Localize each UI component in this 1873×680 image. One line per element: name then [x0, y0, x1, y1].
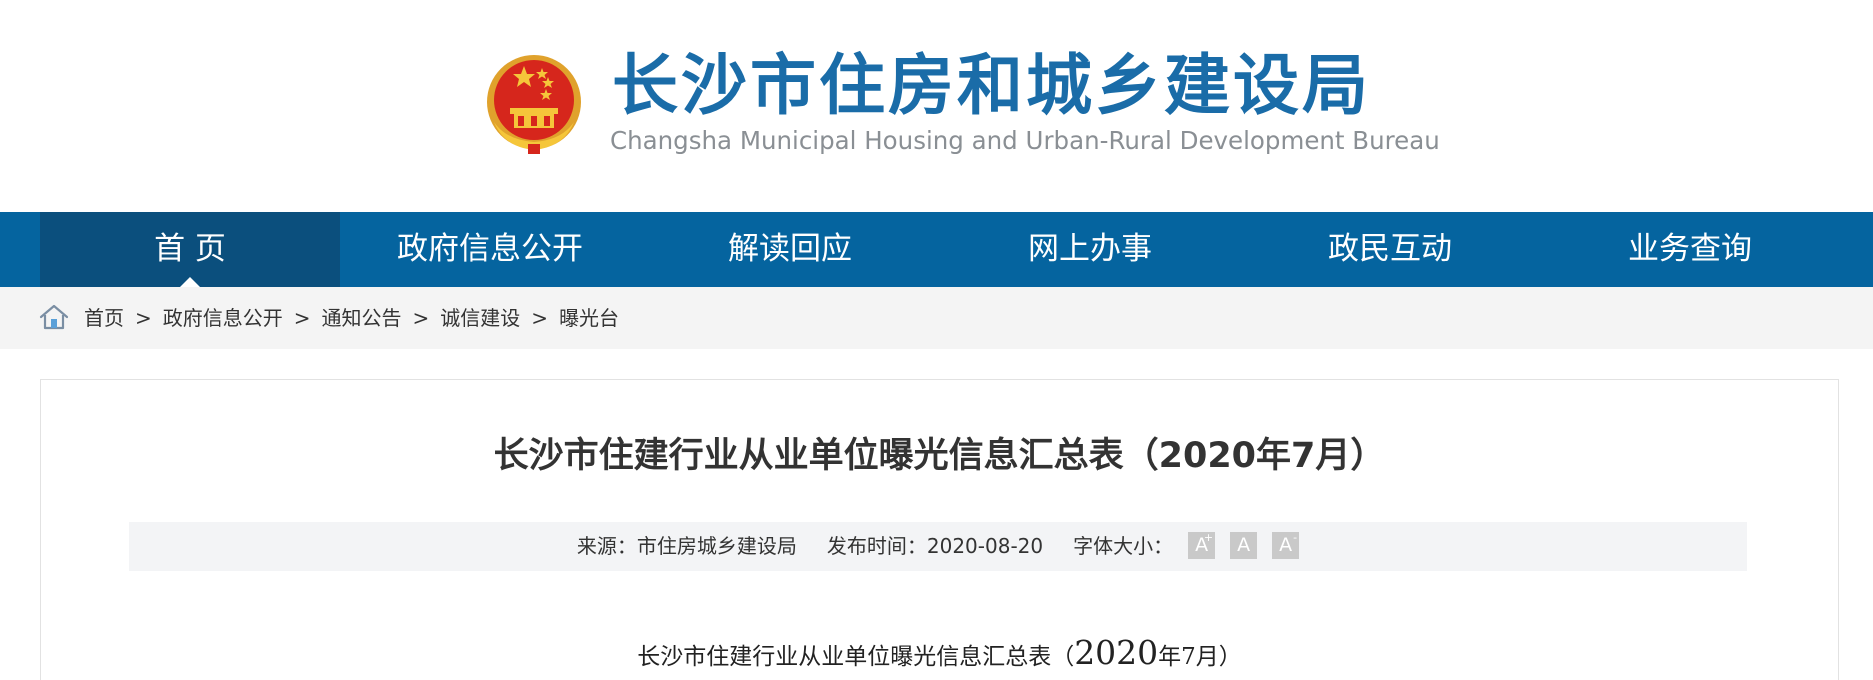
national-emblem-icon: [487, 55, 581, 154]
breadcrumb-separator: >: [531, 306, 549, 330]
breadcrumb-separator: >: [135, 306, 152, 330]
source-value: 市住房城乡建设局: [636, 534, 797, 558]
nav-item-label: 首 页: [154, 231, 226, 267]
site-title-cn: 长沙市住房和城乡建设局: [612, 47, 1371, 124]
source-label: 来源：: [576, 534, 637, 558]
site-title-en: Changsha Municipal Housing and Urban-Rur…: [610, 126, 1440, 155]
nav-item-label: 业务查询: [1628, 231, 1752, 267]
font-size-label: 字体大小：: [1073, 534, 1174, 558]
nav-item-interaction[interactable]: 政民互动: [1240, 212, 1540, 287]
nav-item-business-query[interactable]: 业务查询: [1540, 212, 1840, 287]
font-decrease-button[interactable]: A-: [1272, 532, 1300, 559]
breadcrumb-separator: >: [293, 306, 311, 330]
nav-item-label: 政民互动: [1328, 231, 1452, 267]
breadcrumb-link-exposure[interactable]: 曝光台: [559, 287, 619, 349]
body-title-text: 长沙市住建行业从业单位曝光信息汇总表（: [637, 644, 1075, 670]
date-label: 发布时间：: [826, 534, 927, 558]
font-increase-button[interactable]: A +: [1188, 532, 1216, 559]
nav-item-home[interactable]: 首 页: [40, 212, 340, 287]
site-header: 长沙市住房和城乡建设局 Changsha Municipal Housing a…: [0, 0, 1873, 212]
breadcrumb-separator: >: [412, 306, 430, 330]
breadcrumb-link-gov-info[interactable]: 政府信息公开: [163, 287, 283, 349]
article-body-title: 长沙市住建行业从业单位曝光信息汇总表（2020年7月）: [41, 633, 1838, 677]
nav-item-online-services[interactable]: 网上办事: [940, 212, 1240, 287]
breadcrumb-trail: 首页 > 政府信息公开 > 通知公告 > 诚信建设 > 曝光台: [84, 287, 619, 349]
breadcrumb-link-home[interactable]: 首页: [84, 287, 124, 349]
home-icon[interactable]: [38, 301, 70, 333]
body-title-text-end: 年7月）: [1158, 644, 1242, 670]
active-indicator-caret: [180, 277, 200, 287]
date-value: 2020-08-20: [926, 534, 1044, 558]
breadcrumb: 首页 > 政府信息公开 > 通知公告 > 诚信建设 > 曝光台: [0, 287, 1873, 349]
article-meta: 来源：市住房城乡建设局 发布时间：2020-08-20 字体大小： A + A A -: [129, 522, 1747, 571]
article-title: 长沙市住建行业从业单位曝光信息汇总表（2020年7月）: [493, 436, 1386, 476]
nav-item-interpretation[interactable]: 解读回应: [640, 212, 940, 287]
article-panel: 长沙市住建行业从业单位曝光信息汇总表（2020年7月） 来源：市住房城乡建设局 发…: [40, 379, 1839, 680]
nav-item-label: 政府信息公开: [397, 231, 583, 267]
font-reset-button[interactable]: A: [1230, 532, 1258, 559]
nav-item-gov-info[interactable]: 政府信息公开: [340, 212, 640, 287]
breadcrumb-link-notices[interactable]: 通知公告: [322, 287, 402, 349]
breadcrumb-link-credit[interactable]: 诚信建设: [440, 287, 520, 349]
main-nav: 首 页 政府信息公开 解读回应 网上办事 政民互动 业务查询: [0, 212, 1873, 287]
nav-item-label: 网上办事: [1028, 231, 1152, 267]
article-meta-bar: 来源：市住房城乡建设局 发布时间：2020-08-20 字体大小： A + A A -: [129, 522, 1747, 571]
nav-item-label: 解读回应: [728, 231, 852, 267]
body-title-year: 2020: [1074, 633, 1159, 672]
